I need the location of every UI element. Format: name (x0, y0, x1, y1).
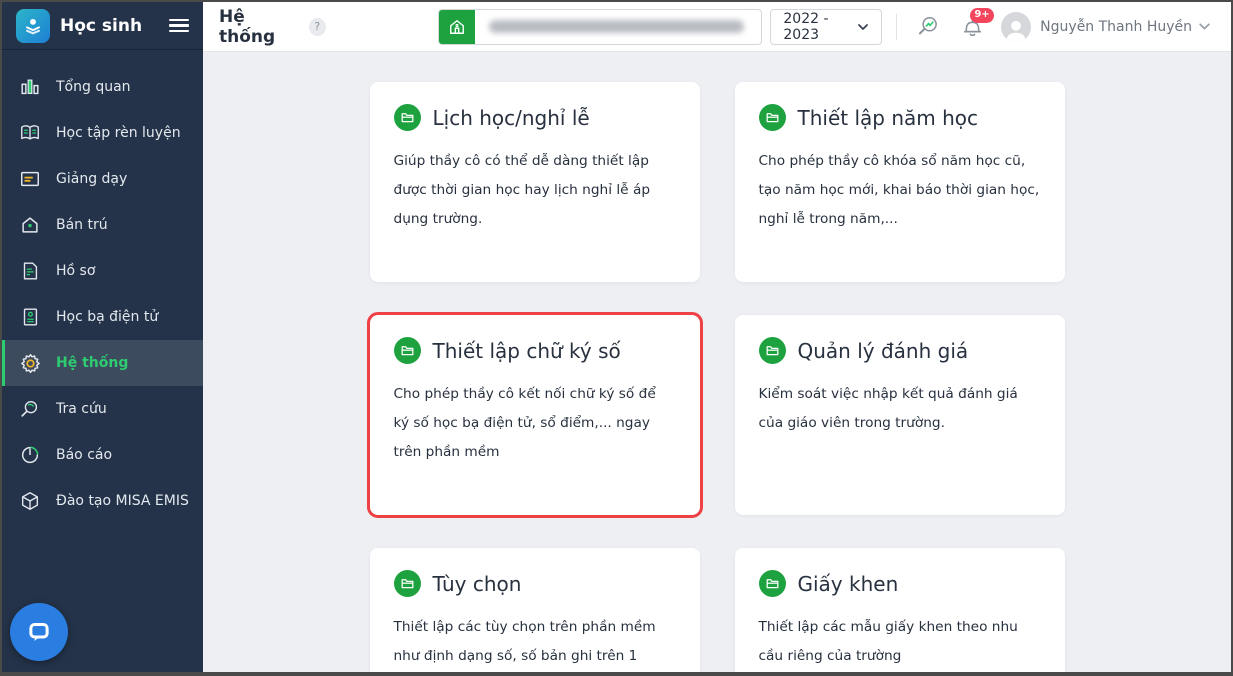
sidebar-item-label: Học tập rèn luyện (56, 125, 181, 141)
card-giay-khen[interactable]: Giấy khen Thiết lập các mẫu giấy khen th… (734, 548, 1065, 672)
card-lich-hoc-nghi-le[interactable]: Lịch học/nghỉ lễ Giúp thầy cô có thể dễ … (369, 82, 700, 282)
bar-chart-icon (18, 75, 42, 99)
card-title: Thiết lập năm học (797, 105, 979, 130)
sidebar-item-tra-cuu[interactable]: Tra cứu (2, 386, 203, 432)
chevron-down-icon (857, 21, 869, 33)
card-quan-ly-danh-gia[interactable]: Quản lý đánh giá Kiểm soát việc nhập kết… (734, 315, 1065, 515)
sidebar-item-bao-cao[interactable]: Báo cáo (2, 432, 203, 478)
gear-icon (18, 351, 42, 375)
card-description: Cho phép thầy cô kết nối chữ ký số để ký… (393, 386, 656, 460)
sidebar-item-label: Tổng quan (56, 79, 131, 95)
magnifier-icon (18, 397, 42, 421)
sidebar-item-ho-so[interactable]: Hồ sơ (2, 248, 203, 294)
pie-chart-icon (18, 443, 42, 467)
app-window: Học sinh Tổng quan Học tập rèn luyện Giả… (0, 0, 1233, 676)
home-icon (438, 9, 475, 44)
school-name-redacted (488, 20, 744, 33)
sidebar-item-tong-quan[interactable]: Tổng quan (2, 64, 203, 110)
notification-badge: 9+ (969, 7, 995, 23)
help-icon[interactable]: ? (308, 17, 326, 36)
main-area: Hệ thống ? 2022 - 2023 9+ Nguyễn Thanh H… (203, 2, 1231, 672)
sidebar-item-hoc-tap-ren-luyen[interactable]: Học tập rèn luyện (2, 110, 203, 156)
board-icon (18, 167, 42, 191)
chat-support-button[interactable] (10, 603, 68, 661)
cube-icon (18, 489, 42, 513)
sidebar-item-label: Báo cáo (56, 447, 113, 463)
divider (896, 13, 898, 40)
school-year-value: 2022 - 2023 (783, 10, 829, 43)
card-title: Quản lý đánh giá (797, 338, 969, 363)
app-logo (16, 8, 50, 43)
school-selector[interactable] (437, 8, 763, 45)
folder-icon (758, 337, 786, 364)
chat-bubble-icon (24, 617, 54, 647)
card-thiet-lap-chu-ky-so[interactable]: Thiết lập chữ ký số Cho phép thầy cô kết… (366, 312, 703, 518)
sidebar-item-giang-day[interactable]: Giảng dạy (2, 156, 203, 202)
folder-icon (758, 104, 786, 131)
house-icon (18, 213, 42, 237)
card-description: Thiết lập các mẫu giấy khen theo nhu cầu… (758, 619, 1018, 664)
folder-icon (393, 337, 421, 364)
card-tuy-chon[interactable]: Tùy chọn Thiết lập các tùy chọn trên phầ… (369, 548, 700, 672)
content-area: Lịch học/nghỉ lễ Giúp thầy cô có thể dễ … (203, 52, 1231, 672)
folder-icon (393, 104, 421, 131)
sidebar-item-he-thong[interactable]: Hệ thống (2, 340, 203, 386)
chevron-down-icon[interactable] (1198, 18, 1211, 37)
sidebar-menu: Tổng quan Học tập rèn luyện Giảng dạy Bá… (2, 50, 203, 524)
sidebar-item-label: Tra cứu (56, 401, 107, 417)
card-description: Giúp thầy cô có thể dễ dàng thiết lập đư… (393, 153, 651, 227)
open-book-icon (18, 121, 42, 145)
app-title: Học sinh (60, 15, 143, 36)
sidebar-item-label: Học bạ điện tử (56, 309, 159, 325)
card-title: Thiết lập chữ ký số (432, 338, 621, 363)
settings-card-grid: Lịch học/nghỉ lễ Giúp thầy cô có thể dễ … (366, 82, 1065, 672)
menu-hamburger-icon[interactable] (169, 18, 189, 33)
notification-bell-icon[interactable]: 9+ (957, 7, 995, 42)
document-person-icon (18, 305, 42, 329)
card-title: Giấy khen (797, 571, 899, 596)
user-name[interactable]: Nguyễn Thanh Huyền (1040, 19, 1192, 35)
sidebar-item-label: Bán trú (56, 217, 108, 233)
card-thiet-lap-nam-hoc[interactable]: Thiết lập năm học Cho phép thầy cô khóa … (734, 82, 1065, 282)
sidebar-item-label: Hệ thống (56, 355, 129, 371)
sidebar-item-dao-tao-misa-emis[interactable]: Đào tạo MISA EMIS (2, 478, 203, 524)
page-title: Hệ thống (219, 6, 276, 47)
card-description: Kiểm soát việc nhập kết quả đánh giá của… (758, 386, 1018, 431)
sidebar: Học sinh Tổng quan Học tập rèn luyện Giả… (2, 2, 203, 672)
card-description: Thiết lập các tùy chọn trên phần mềm như… (393, 619, 656, 664)
sidebar-item-label: Hồ sơ (56, 263, 96, 279)
card-title: Lịch học/nghỉ lễ (432, 105, 590, 130)
search-analytics-icon[interactable] (913, 12, 943, 42)
avatar[interactable] (1001, 11, 1032, 42)
folder-icon (758, 570, 786, 597)
topbar-right: 9+ Nguyễn Thanh Huyền (882, 7, 1215, 42)
school-year-dropdown[interactable]: 2022 - 2023 (770, 8, 883, 45)
sidebar-item-label: Đào tạo MISA EMIS (56, 493, 189, 509)
folder-icon (393, 570, 421, 597)
topbar: Hệ thống ? 2022 - 2023 9+ Nguyễn Thanh H… (203, 2, 1231, 52)
sidebar-header: Học sinh (2, 2, 203, 50)
sidebar-item-hoc-ba-dien-tu[interactable]: Học bạ điện tử (2, 294, 203, 340)
sidebar-item-label: Giảng dạy (56, 171, 128, 187)
sidebar-item-ban-tru[interactable]: Bán trú (2, 202, 203, 248)
document-icon (18, 259, 42, 283)
card-description: Cho phép thầy cô khóa sổ năm học cũ, tạo… (758, 153, 1040, 227)
card-title: Tùy chọn (432, 571, 522, 596)
